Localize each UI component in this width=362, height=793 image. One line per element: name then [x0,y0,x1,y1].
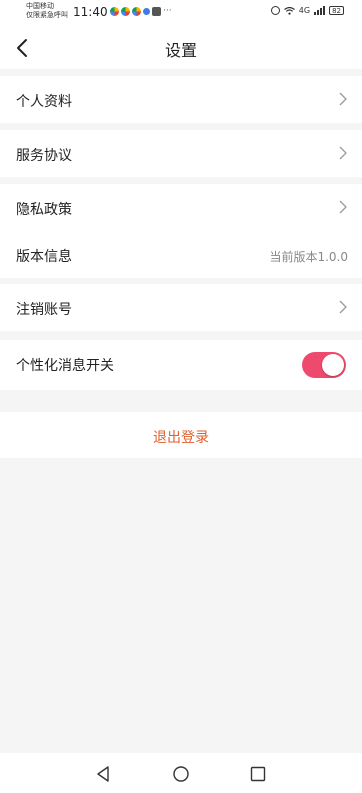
app-notification-icon [121,7,130,16]
toggle-knob [322,354,344,376]
system-navigation-bar [0,753,362,793]
carrier-name: 中国移动 [26,2,54,10]
browser-notification-icon [143,8,150,15]
network-type: 4G [298,6,311,15]
page-title: 设置 [164,41,197,60]
nav-recents-button[interactable] [249,765,267,783]
carrier-info: 中国移动 仅限紧急呼叫 [26,2,68,20]
settings-item-service-agreement[interactable]: 服务协议 [0,130,362,177]
battery-icon: 82 [329,6,344,15]
personalized-messages-toggle[interactable] [302,352,346,378]
settings-item-version: 版本信息 当前版本1.0.0 [0,231,362,278]
nav-home-button[interactable] [172,765,190,783]
settings-item-label: 服务协议 [16,148,72,164]
message-notification-icon [152,7,161,16]
nav-back-button[interactable] [94,765,112,783]
system-icons: 4G 82 [270,6,344,15]
logout-label: 退出登录 [153,430,209,446]
alarm-icon [270,6,280,15]
settings-item-privacy-policy[interactable]: 隐私政策 [0,184,362,231]
settings-item-label: 隐私政策 [16,202,72,218]
wifi-icon [283,6,295,15]
chevron-right-icon [339,92,347,106]
square-recents-icon [250,766,266,782]
status-bar: 中国移动 仅限紧急呼叫 11:40 ··· 4G 82 [0,0,362,26]
settings-item-profile[interactable]: 个人资料 [0,76,362,123]
logout-button[interactable]: 退出登录 [0,412,362,458]
settings-item-label: 个人资料 [16,94,72,110]
more-notifications-icon: ··· [163,6,172,16]
signal-icon [314,6,326,15]
triangle-back-icon [97,766,109,782]
battery-level: 82 [332,7,341,15]
settings-item-label: 版本信息 [16,249,72,265]
chevron-right-icon [339,146,347,160]
clock: 11:40 [73,5,108,19]
circle-home-icon [173,766,189,782]
app-notification-icon [132,7,141,16]
chevron-right-icon [339,200,347,214]
version-value: 当前版本1.0.0 [269,250,348,264]
header: 设置 [0,26,362,69]
app-notification-icon [110,7,119,16]
settings-item-delete-account[interactable]: 注销账号 [0,284,362,331]
carrier-status: 仅限紧急呼叫 [26,11,68,19]
settings-item-label: 个性化消息开关 [16,358,114,374]
notification-icons: ··· [110,7,172,16]
settings-item-label: 注销账号 [16,302,72,318]
chevron-right-icon [339,300,347,314]
settings-item-personalized-messages: 个性化消息开关 [0,340,362,390]
